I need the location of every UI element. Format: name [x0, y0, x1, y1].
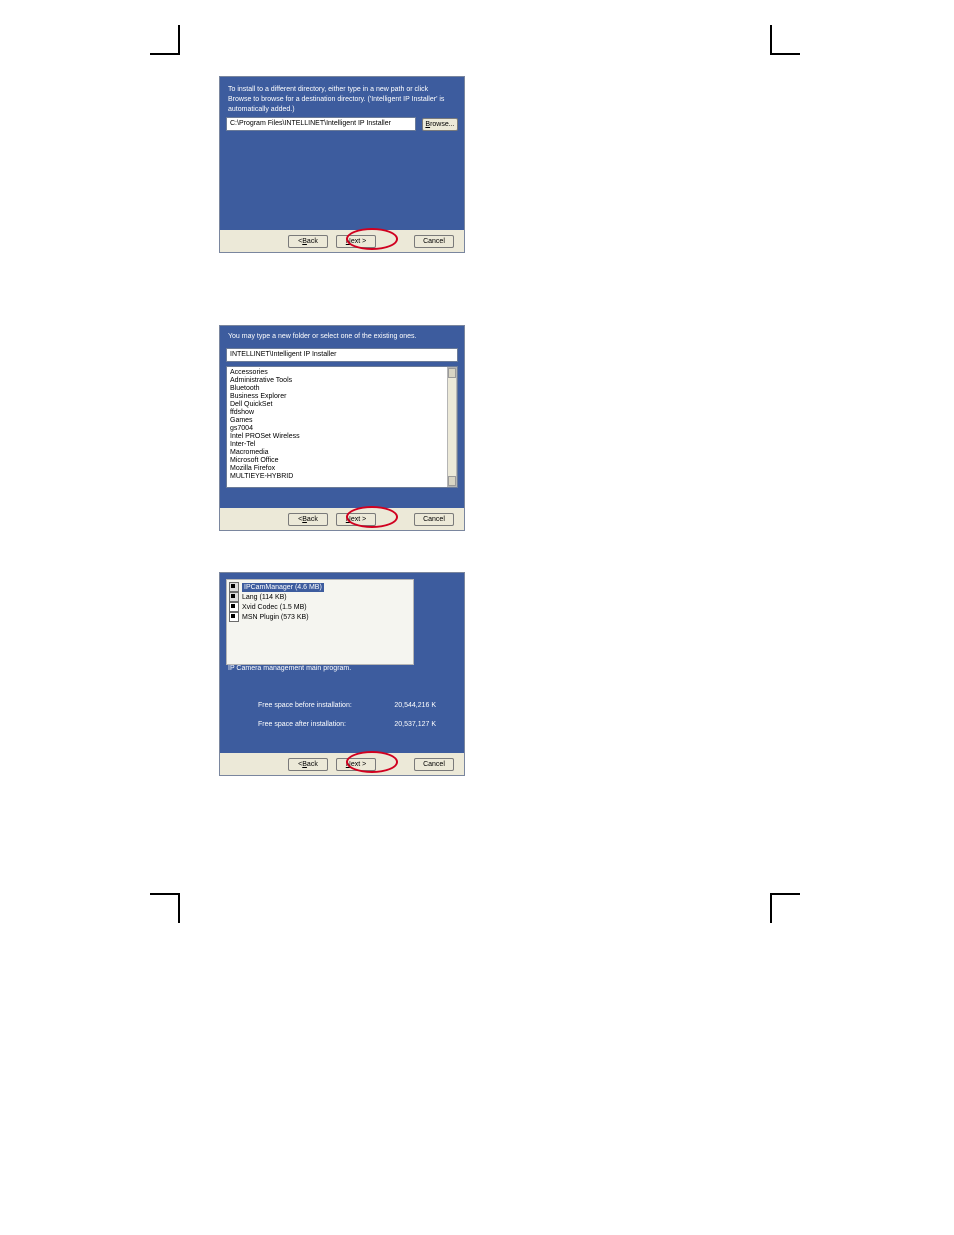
free-before-label: Free space before installation: [258, 702, 352, 709]
disk-space-row: Free space after installation: 20,537,12… [228, 721, 456, 728]
wizard-button-bar: < Back Next > Cancel [220, 230, 464, 252]
free-after-label: Free space after installation: [258, 721, 346, 728]
wizard-program-folder: You may type a new folder or select one … [219, 325, 465, 531]
list-item[interactable]: Bluetooth [230, 385, 454, 393]
wizard-destination: To install to a different directory, eit… [219, 76, 465, 253]
install-path-input[interactable]: C:\Program Files\INTELLINET\Intelligent … [226, 117, 416, 131]
list-item[interactable]: Administrative Tools [230, 377, 454, 385]
back-button[interactable]: < Back [288, 758, 328, 771]
crop-mark [150, 53, 180, 55]
checkbox-icon[interactable] [229, 602, 239, 612]
crop-mark [770, 893, 772, 923]
component-row[interactable]: IPCamManager (4.6 MB) [229, 582, 411, 592]
disk-space-row: Free space before installation: 20,544,2… [228, 702, 456, 709]
instruction-text: You may type a new folder or select one … [220, 328, 458, 346]
list-item[interactable]: Dell QuickSet [230, 401, 454, 409]
wizard-components: IPCamManager (4.6 MB) Lang (114 KB) Xvid… [219, 572, 465, 776]
list-item[interactable]: ffdshow [230, 409, 454, 417]
free-before-value: 20,544,216 K [394, 702, 436, 709]
list-item[interactable]: Intel PROSet Wireless [230, 433, 454, 441]
program-folder-input[interactable]: INTELLINET\Intelligent IP Installer [226, 348, 458, 362]
cancel-button[interactable]: Cancel [414, 758, 454, 771]
browse-button[interactable]: Browse... [422, 118, 458, 131]
component-label: Lang (114 KB) [242, 593, 287, 602]
wizard-button-bar: < Back Next > Cancel [220, 753, 464, 775]
highlight-circle [346, 751, 398, 773]
back-button[interactable]: < Back [288, 513, 328, 526]
scroll-down-icon[interactable] [448, 476, 456, 486]
list-item[interactable]: Inter-Tel [230, 441, 454, 449]
checkbox-icon [229, 592, 239, 602]
component-label: IPCamManager (4.6 MB) [242, 583, 324, 592]
crop-mark [178, 893, 180, 923]
scrollbar[interactable] [447, 367, 457, 487]
highlight-circle [346, 506, 398, 528]
cancel-button[interactable]: Cancel [414, 235, 454, 248]
list-item[interactable]: Microsoft Office [230, 457, 454, 465]
back-button[interactable]: < Back [288, 235, 328, 248]
list-item[interactable]: gs7004 [230, 425, 454, 433]
crop-mark [770, 25, 772, 55]
document-page: To install to a different directory, eit… [0, 0, 954, 1235]
component-row[interactable]: Lang (114 KB) [229, 592, 411, 602]
checkbox-icon [229, 582, 239, 592]
crop-mark [770, 893, 800, 895]
existing-folders-listbox[interactable]: Accessories Administrative Tools Bluetoo… [226, 366, 458, 488]
list-item[interactable]: Games [230, 417, 454, 425]
component-label: MSN Plugin (573 KB) [242, 613, 309, 622]
list-item[interactable]: Business Explorer [230, 393, 454, 401]
crop-mark [770, 53, 800, 55]
list-item[interactable]: Accessories [230, 369, 454, 377]
cancel-button[interactable]: Cancel [414, 513, 454, 526]
wizard-button-bar: < Back Next > Cancel [220, 508, 464, 530]
list-item[interactable]: Mozilla Firefox [230, 465, 454, 473]
free-after-value: 20,537,127 K [394, 721, 436, 728]
component-label: Xvid Codec (1.5 MB) [242, 603, 307, 612]
scroll-up-icon[interactable] [448, 368, 456, 378]
list-item[interactable]: Macromedia [230, 449, 454, 457]
path-row: C:\Program Files\INTELLINET\Intelligent … [226, 117, 458, 131]
instruction-text: To install to a different directory, eit… [220, 81, 458, 119]
highlight-circle [346, 228, 398, 250]
crop-mark [150, 893, 180, 895]
component-row[interactable]: MSN Plugin (573 KB) [229, 612, 411, 622]
component-description: IP Camera management main program. [228, 665, 351, 672]
component-row[interactable]: Xvid Codec (1.5 MB) [229, 602, 411, 612]
components-listbox[interactable]: IPCamManager (4.6 MB) Lang (114 KB) Xvid… [226, 579, 414, 665]
checkbox-icon[interactable] [229, 612, 239, 622]
list-item[interactable]: MULTIEYE-HYBRID [230, 473, 454, 481]
crop-mark [178, 25, 180, 55]
